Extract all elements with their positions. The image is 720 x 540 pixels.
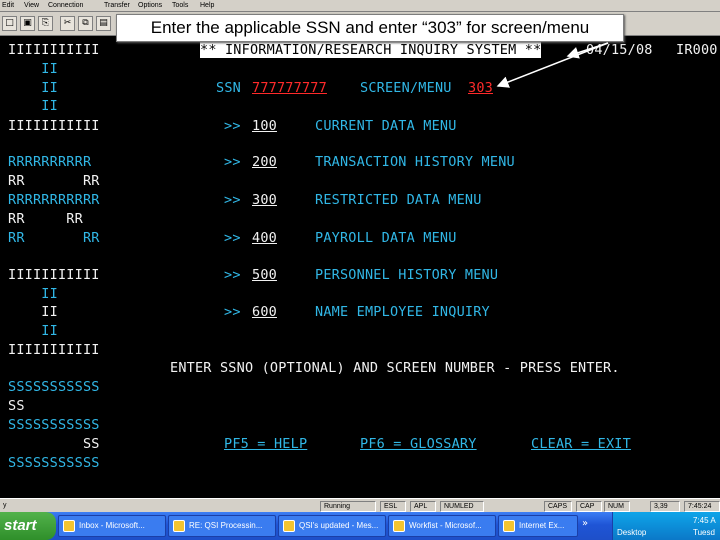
menu-help[interactable]: Help bbox=[200, 2, 214, 9]
menu-prompt: >> bbox=[224, 304, 241, 320]
menu-tools[interactable]: Tools bbox=[172, 2, 188, 9]
logo-line: II bbox=[8, 323, 58, 339]
logo-line: II bbox=[8, 61, 58, 77]
email-icon bbox=[283, 520, 295, 532]
ssn-input[interactable]: 777777777 bbox=[252, 80, 327, 96]
menu-view[interactable]: View bbox=[24, 2, 39, 9]
outlook-icon bbox=[63, 520, 75, 532]
menu-prompt: >> bbox=[224, 192, 241, 208]
print-icon[interactable]: ⎘ bbox=[38, 16, 53, 31]
menu-item-code: 100 bbox=[252, 118, 277, 134]
email-icon bbox=[173, 520, 185, 532]
menu-item-label: PERSONNEL HISTORY MENU bbox=[315, 267, 499, 283]
save-icon[interactable]: ▣ bbox=[20, 16, 35, 31]
screen-menu-label: SCREEN/MENU bbox=[360, 80, 452, 96]
logo-line: IIIIIIIIIII bbox=[8, 42, 100, 58]
logo-line: II bbox=[8, 80, 58, 96]
pf6-glossary-key[interactable]: PF6 = GLOSSARY bbox=[360, 436, 477, 452]
header-screen-id: IR000 bbox=[676, 42, 718, 58]
status-bar: y Running ESL APL NUMLED CAPS CAP NUM 3,… bbox=[0, 498, 720, 512]
logo-line: II bbox=[8, 98, 58, 114]
menu-prompt: >> bbox=[224, 118, 241, 134]
new-session-icon[interactable]: □ bbox=[2, 16, 17, 31]
status-apl: APL bbox=[410, 501, 436, 512]
logo-line: RR RR bbox=[8, 211, 83, 227]
logo-line: II bbox=[8, 304, 58, 320]
menu-item-label: TRANSACTION HISTORY MENU bbox=[315, 154, 515, 170]
taskbar-item[interactable]: Internet Ex... bbox=[498, 515, 578, 537]
desktop-label[interactable]: Desktop bbox=[617, 528, 646, 537]
menu-options[interactable]: Options bbox=[138, 2, 162, 9]
menu-item-label: CURRENT DATA MENU bbox=[315, 118, 457, 134]
logo-line: SS bbox=[8, 436, 100, 452]
header-title: ** INFORMATION/RESEARCH INQUIRY SYSTEM *… bbox=[200, 42, 542, 58]
logo-line: SSSSSSSSSSS bbox=[8, 379, 100, 395]
status-time: 7:45:24 bbox=[684, 501, 720, 512]
status-numled: NUMLED bbox=[440, 501, 484, 512]
status-esl: ESL bbox=[380, 501, 406, 512]
menu-item-code: 400 bbox=[252, 230, 277, 246]
menu-item-label: RESTRICTED DATA MENU bbox=[315, 192, 482, 208]
tray-day: Tuesd bbox=[693, 528, 715, 537]
menu-prompt: >> bbox=[224, 154, 241, 170]
internet-explorer-icon bbox=[503, 520, 515, 532]
clear-exit-key[interactable]: CLEAR = EXIT bbox=[531, 436, 631, 452]
window-menu-bar: Edit View Connection Transfer Options To… bbox=[0, 0, 720, 12]
logo-line: IIIIIIIIIII bbox=[8, 342, 100, 358]
status-running: Running bbox=[320, 501, 376, 512]
status-caps: CAPS bbox=[544, 501, 572, 512]
email-icon bbox=[393, 520, 405, 532]
taskbar-item[interactable]: QSI's updated - Mes... bbox=[278, 515, 386, 537]
menu-item-code: 200 bbox=[252, 154, 277, 170]
menu-item-label: PAYROLL DATA MENU bbox=[315, 230, 457, 246]
cut-icon[interactable]: ✂ bbox=[60, 16, 75, 31]
logo-line: RRRRRRRRRRR bbox=[8, 192, 100, 208]
menu-connection[interactable]: Connection bbox=[48, 2, 83, 9]
taskbar-item[interactable]: Inbox - Microsoft... bbox=[58, 515, 166, 537]
ssn-label: SSN bbox=[216, 80, 241, 96]
pf5-help-key[interactable]: PF5 = HELP bbox=[224, 436, 307, 452]
paste-icon[interactable]: ▤ bbox=[96, 16, 111, 31]
menu-transfer[interactable]: Transfer bbox=[104, 2, 130, 9]
status-cursor-position: 3,39 bbox=[650, 501, 680, 512]
tray-time[interactable]: 7:45 A bbox=[693, 516, 716, 525]
status-cap: CAP bbox=[576, 501, 602, 512]
instruction-callout: Enter the applicable SSN and enter “303”… bbox=[116, 14, 624, 42]
logo-line: IIIIIIIIIII bbox=[8, 267, 100, 283]
start-button[interactable]: start bbox=[0, 512, 56, 540]
logo-line: IIIIIIIIIII bbox=[8, 118, 100, 134]
menu-item-code: 300 bbox=[252, 192, 277, 208]
menu-prompt: >> bbox=[224, 267, 241, 283]
logo-line: SS bbox=[8, 398, 25, 414]
taskbar: start Inbox - Microsoft... RE: QSI Proce… bbox=[0, 512, 720, 540]
screen-menu-input[interactable]: 303 bbox=[468, 80, 493, 96]
menu-item-code: 600 bbox=[252, 304, 277, 320]
taskbar-more-chevron-icon[interactable]: » bbox=[582, 518, 588, 529]
status-left: y bbox=[3, 502, 7, 509]
menu-item-code: 500 bbox=[252, 267, 277, 283]
menu-prompt: >> bbox=[224, 230, 241, 246]
logo-line: SSSSSSSSSSS bbox=[8, 417, 100, 433]
status-num: NUM bbox=[604, 501, 630, 512]
taskbar-item[interactable]: Workfist - Microsof... bbox=[388, 515, 496, 537]
terminal-screen[interactable]: IIIIIIIIIII II II II IIIIIIIIIII RRRRRRR… bbox=[0, 36, 720, 498]
start-label: start bbox=[4, 517, 37, 534]
copy-icon[interactable]: ⧉ bbox=[78, 16, 93, 31]
menu-edit[interactable]: Edit bbox=[2, 2, 14, 9]
menu-item-label: NAME EMPLOYEE INQUIRY bbox=[315, 304, 490, 320]
logo-line: RR RR bbox=[8, 230, 100, 246]
header-date: 04/15/08 bbox=[586, 42, 653, 58]
system-tray: Desktop 7:45 A Tuesd bbox=[612, 512, 720, 540]
instruction-text: ENTER SSNO (OPTIONAL) AND SCREEN NUMBER … bbox=[170, 360, 620, 376]
taskbar-item[interactable]: RE: QSI Processin... bbox=[168, 515, 276, 537]
logo-line: SSSSSSSSSSS bbox=[8, 455, 100, 471]
logo-line: RR RR bbox=[8, 173, 100, 189]
logo-line: RRRRRRRRRR bbox=[8, 154, 92, 170]
logo-line: II bbox=[8, 286, 58, 302]
